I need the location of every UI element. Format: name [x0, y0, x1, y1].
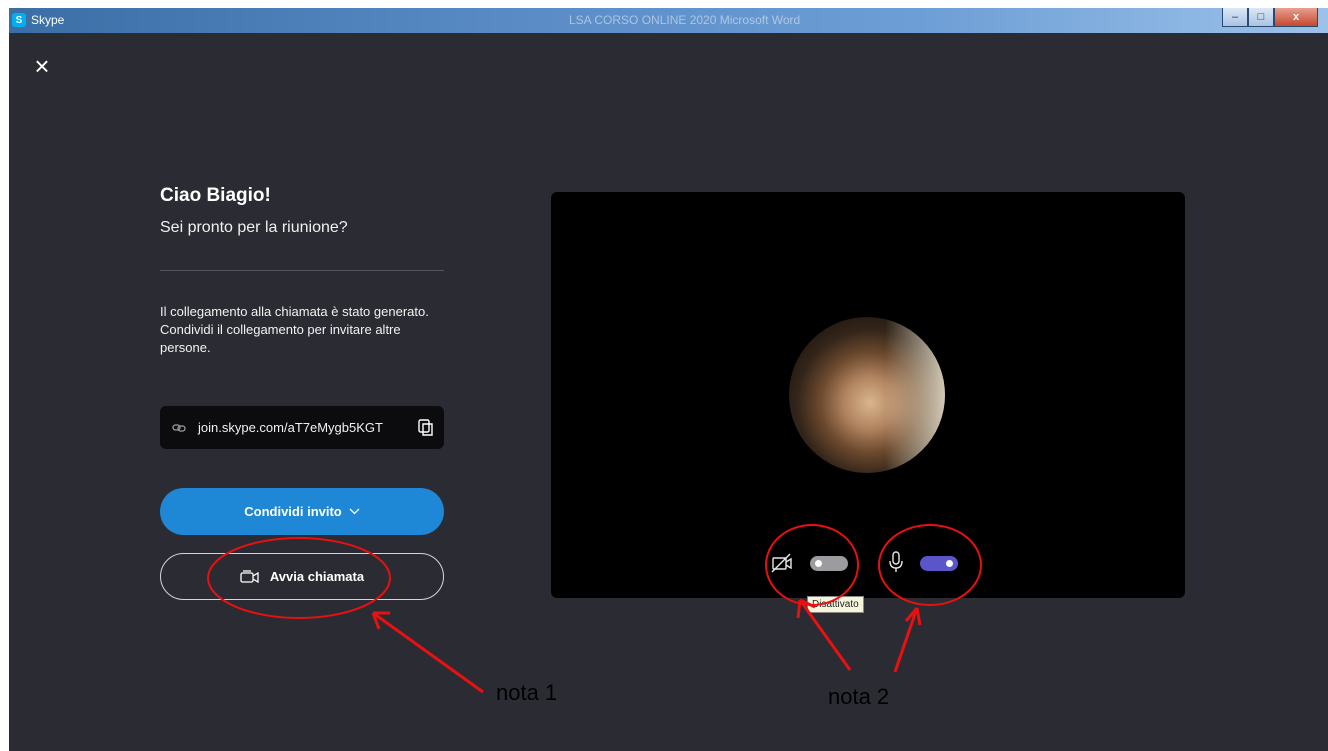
microphone-toggle-knob	[946, 560, 953, 567]
annotation-note-2: nota 2	[828, 684, 890, 709]
meeting-link-text[interactable]: join.skype.com/aT7eMygb5KGT	[198, 420, 383, 435]
start-call-label: Avvia chiamata	[269, 569, 365, 584]
background-window-title: LSA CORSO ONLINE 2020 Microsoft Word	[569, 13, 801, 27]
video-preview	[551, 192, 1185, 598]
chevron-down-icon	[349, 508, 360, 515]
start-call-button[interactable]: Avvia chiamata	[160, 553, 444, 600]
greeting-title: Ciao Biagio!	[160, 185, 271, 206]
camera-tooltip: Disattivato	[807, 596, 864, 613]
maximize-button[interactable]: □	[1248, 8, 1274, 27]
annotation-note-1: nota 1	[496, 680, 558, 705]
avatar-background	[885, 317, 945, 473]
info-line-1: Il collegamento alla chiamata è stato ge…	[160, 304, 429, 319]
microphone-toggle[interactable]	[920, 556, 958, 571]
video-camera-icon	[240, 569, 259, 583]
window-titlebar: S Skype LSA CORSO ONLINE 2020 Microsoft …	[9, 8, 1328, 33]
camera-off-icon	[771, 553, 792, 573]
minimize-button[interactable]: –	[1222, 8, 1248, 27]
share-invite-label: Condividi invito	[244, 504, 342, 519]
microphone-icon	[889, 551, 903, 572]
camera-toggle[interactable]	[810, 556, 848, 571]
meeting-link-box[interactable]: join.skype.com/aT7eMygb5KGT	[160, 406, 444, 449]
window-app-title: Skype	[31, 13, 65, 27]
window-close-button[interactable]: x	[1274, 8, 1318, 27]
camera-toggle-knob	[815, 560, 822, 567]
link-icon	[172, 421, 186, 435]
skype-meeting-screen: × Ciao Biagio! Sei pronto per la riunion…	[9, 33, 1328, 751]
skype-logo-icon: S	[12, 13, 26, 27]
close-icon[interactable]: ×	[31, 53, 53, 79]
link-info-text: Il collegamento alla chiamata è stato ge…	[160, 303, 450, 357]
info-line-2: Condividi il collegamento per invitare a…	[160, 322, 401, 355]
user-avatar	[789, 317, 945, 473]
greeting-subtitle: Sei pronto per la riunione?	[160, 219, 348, 236]
window-controls: – □ x	[1222, 8, 1318, 28]
copy-icon[interactable]	[418, 419, 434, 436]
share-invite-button[interactable]: Condividi invito	[160, 488, 444, 535]
divider	[160, 270, 444, 271]
